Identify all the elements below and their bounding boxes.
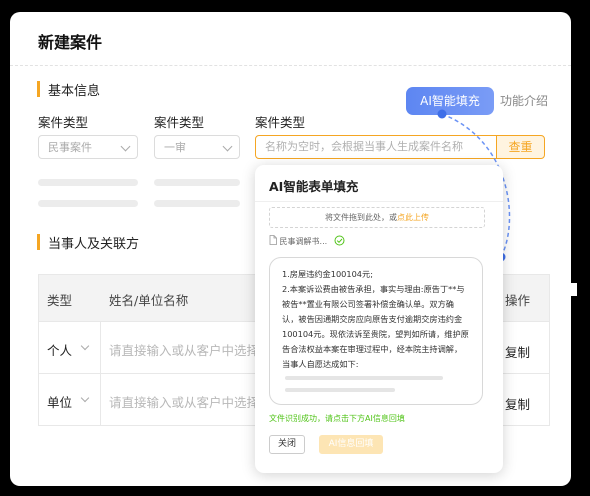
close-button[interactable]: 关闭 xyxy=(269,435,305,454)
text-placeholder-line xyxy=(285,388,395,392)
file-icon xyxy=(269,235,277,245)
upload-link[interactable]: 点此上传 xyxy=(397,213,429,222)
recognition-success-message: 文件识别成功，请点击下方AI信息回填 xyxy=(269,414,405,423)
recognized-text: 1.房屋违约金100104元; 2.本案诉讼费由被告承担，事实与理由:原告丁**… xyxy=(282,269,469,369)
connector-start-dot xyxy=(437,109,447,119)
dropzone-text: 将文件拖到此处，或 xyxy=(325,213,397,222)
uploaded-file: 民事调解书... xyxy=(269,235,345,247)
recognized-text-area[interactable]: 1.房屋违约金100104元; 2.本案诉讼费由被告承担，事实与理由:原告丁**… xyxy=(269,257,483,405)
ai-fill-popup: AI智能表单填充 将文件拖到此处，或点此上传 民事调解书... 1.房屋违约金1… xyxy=(255,165,503,473)
text-placeholder-line xyxy=(285,376,443,380)
popup-divider xyxy=(255,201,503,202)
file-dropzone[interactable]: 将文件拖到此处，或点此上传 xyxy=(269,207,485,228)
file-name: 民事调解书... xyxy=(279,237,328,246)
ai-backfill-button[interactable]: AI信息回填 xyxy=(319,435,383,454)
popup-title: AI智能表单填充 xyxy=(269,179,359,194)
check-circle-icon xyxy=(334,235,345,246)
scroll-marker xyxy=(571,283,577,296)
